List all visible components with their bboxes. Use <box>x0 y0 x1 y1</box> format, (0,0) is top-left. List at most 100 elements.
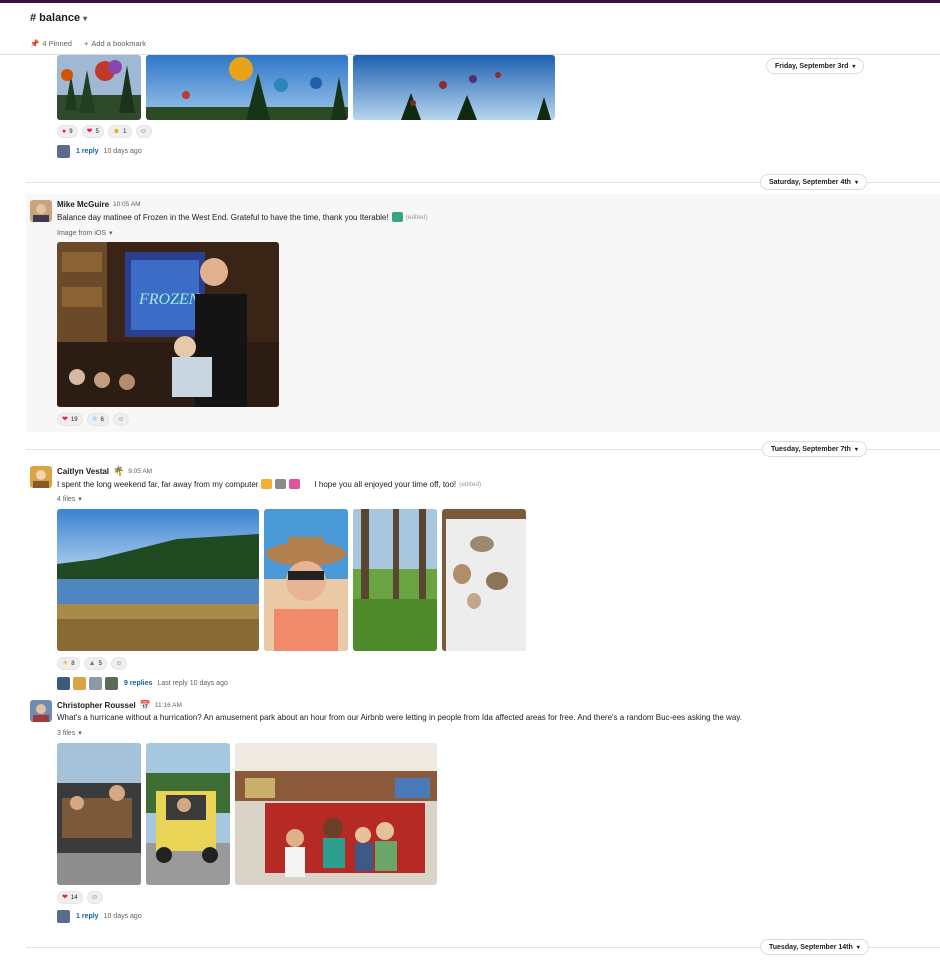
chevron-down-icon: ▾ <box>78 730 82 737</box>
chevron-down-icon: ▾ <box>78 496 82 503</box>
reaction-pill[interactable]: ▲ 5 <box>83 657 107 670</box>
heart-emoji-icon: ❤ <box>62 894 68 901</box>
channel-name: # balance <box>30 12 81 24</box>
add-bookmark-button[interactable]: + Add a bookmark <box>84 39 146 48</box>
channel-name-button[interactable]: # balance ▾ <box>30 12 87 24</box>
message-image[interactable] <box>57 509 259 651</box>
message-image[interactable] <box>57 55 141 120</box>
date-divider-button[interactable]: Tuesday, September 14th ▾ <box>760 939 869 955</box>
reaction-count: 9 <box>69 128 73 135</box>
avatar[interactable] <box>30 700 52 722</box>
reaction-pill[interactable]: ❄ 6 <box>86 413 109 426</box>
author-name[interactable]: Mike McGuire <box>57 200 109 209</box>
add-reaction-button[interactable]: ☺ <box>110 657 127 670</box>
message-body: What's a hurricane without a hurrication… <box>57 713 742 722</box>
reply-count-link[interactable]: 1 reply <box>76 148 99 155</box>
message-image[interactable]: FROZEN <box>57 242 279 407</box>
message-header: Christopher Roussel 📅 11:16 AM <box>57 700 182 711</box>
reaction-count: 5 <box>95 128 99 135</box>
author-name[interactable]: Caitlyn Vestal <box>57 467 109 476</box>
message-image[interactable] <box>353 55 555 120</box>
user-avatar-image <box>30 700 52 722</box>
snowflake-emoji-icon: ❄ <box>91 416 98 423</box>
message-body: I spent the long weekend far, far away f… <box>57 479 481 489</box>
last-reply-time: Last reply 10 days ago <box>157 680 228 687</box>
mountain-emoji-icon <box>275 479 287 489</box>
author-name[interactable]: Christopher Roussel <box>57 701 136 710</box>
thread-summary[interactable]: 9 replies Last reply 10 days ago <box>57 677 228 690</box>
file-title-toggle[interactable]: Image from iOS ▾ <box>57 229 113 238</box>
reaction-pill[interactable]: ❤ 19 <box>57 413 83 426</box>
message-image[interactable] <box>442 509 526 651</box>
pinned-button[interactable]: 📌 4 Pinned <box>30 39 72 48</box>
thread-summary[interactable]: 1 reply 10 days ago <box>57 910 142 923</box>
files-toggle[interactable]: 4 files ▾ <box>57 495 82 504</box>
reaction-pill[interactable]: ☻ 1 <box>107 125 132 138</box>
files-count-label: 3 files <box>57 729 76 737</box>
channel-header: # balance ▾ 📌 4 Pinned + Add a bookmark <box>0 3 940 55</box>
user-avatar-image <box>30 466 52 488</box>
avatar[interactable] <box>30 466 52 488</box>
add-reaction-button[interactable]: ☺ <box>86 891 103 904</box>
avatar[interactable] <box>30 200 52 222</box>
message-image[interactable] <box>57 743 141 885</box>
message-timestamp[interactable]: 9:05 AM <box>128 468 152 475</box>
reaction-count: 14 <box>70 894 78 901</box>
reaction-count: 8 <box>71 660 75 667</box>
avatar <box>57 677 70 690</box>
message-image[interactable] <box>146 55 348 120</box>
last-reply-time: 10 days ago <box>103 148 142 155</box>
message-text: I spent the long weekend far, far away f… <box>57 479 259 489</box>
balloon-photo <box>146 55 348 120</box>
files-toggle[interactable]: 3 files ▾ <box>57 729 82 738</box>
message-timestamp[interactable]: 10:05 AM <box>113 201 140 208</box>
add-reaction-button[interactable]: ☺ <box>135 125 152 138</box>
lake-photo <box>57 509 259 651</box>
selfie-photo <box>264 509 348 651</box>
avatar <box>89 677 102 690</box>
chevron-down-icon: ▾ <box>83 13 88 23</box>
date-label: Saturday, September 4th <box>769 178 851 186</box>
avatar <box>105 677 118 690</box>
reaction-count: 1 <box>123 128 127 135</box>
avatar <box>57 145 70 158</box>
add-emoji-icon: ☺ <box>117 416 125 423</box>
message-timestamp[interactable]: 11:16 AM <box>155 702 182 709</box>
reply-count-link[interactable]: 1 reply <box>76 913 99 920</box>
message-image[interactable] <box>353 509 437 651</box>
bucees-photo <box>235 743 437 885</box>
heart-emoji-icon: ❤ <box>62 416 68 423</box>
date-label: Tuesday, September 14th <box>769 943 853 951</box>
add-reaction-button[interactable]: ☺ <box>112 413 129 426</box>
palm-tree-status-icon: 🌴 <box>113 466 125 476</box>
message-image[interactable] <box>146 743 230 885</box>
chevron-down-icon: ▾ <box>854 179 858 186</box>
hugging-emoji-icon: ☻ <box>112 128 121 135</box>
reaction-pill[interactable]: ❤ 5 <box>81 125 104 138</box>
message-text: What's a hurricane without a hurrication… <box>57 713 742 722</box>
reaction-count: 5 <box>98 660 102 667</box>
message-image[interactable] <box>264 509 348 651</box>
date-divider-button[interactable]: Saturday, September 4th ▾ <box>760 174 867 190</box>
add-emoji-icon: ☺ <box>139 128 148 135</box>
reply-count-link[interactable]: 9 replies <box>124 680 152 687</box>
reaction-pill[interactable]: ❤ 14 <box>57 891 83 904</box>
reaction-pill[interactable]: ☀ 8 <box>57 657 80 670</box>
message-header: Caitlyn Vestal 🌴 9:05 AM <box>57 466 152 477</box>
date-divider-button[interactable]: Friday, September 3rd ▾ <box>766 58 865 74</box>
reaction-pill[interactable]: ● 9 <box>57 125 78 138</box>
balloon-photo <box>57 55 141 120</box>
date-label: Tuesday, September 7th <box>771 445 851 453</box>
add-emoji-icon: ☺ <box>90 894 99 901</box>
date-divider-button[interactable]: Tuesday, September 7th ▾ <box>762 441 867 457</box>
message-image[interactable] <box>235 743 437 885</box>
message-text: Balance day matinee of Frozen in the Wes… <box>57 212 389 222</box>
thread-summary[interactable]: 1 reply 10 days ago <box>57 145 142 158</box>
date-label: Friday, September 3rd <box>775 62 849 70</box>
reaction-count: 6 <box>100 416 104 423</box>
message-header: Mike McGuire 10:05 AM <box>57 200 140 209</box>
channel-bookmarks-bar: 📌 4 Pinned + Add a bookmark <box>30 39 146 48</box>
rocks-photo <box>442 509 526 651</box>
reactions-bar: ● 9 ❤ 5 ☻ 1 ☺ <box>57 125 152 138</box>
frozen-logo: FROZEN <box>138 291 201 308</box>
